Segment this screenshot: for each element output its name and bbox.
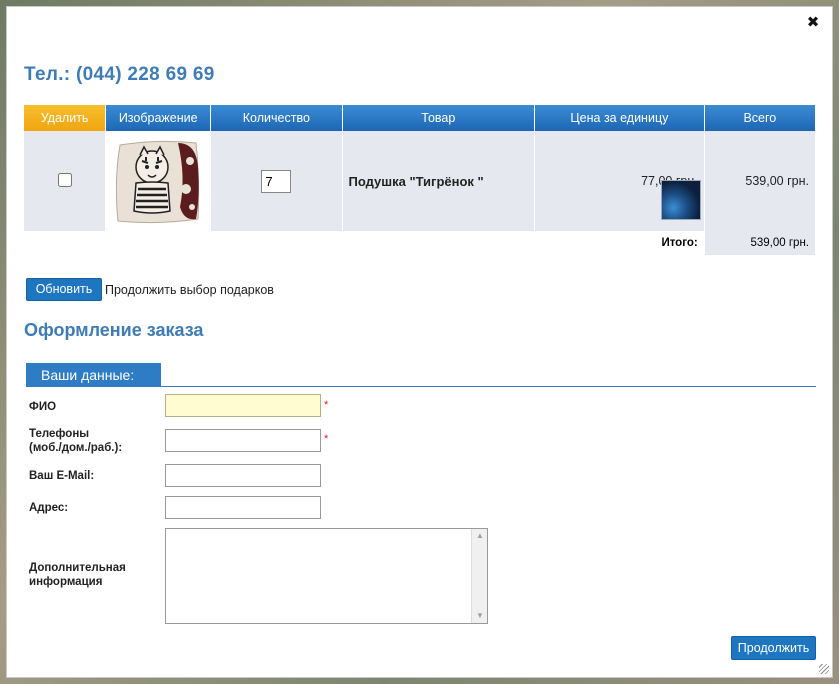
row-total: 539,00 грн.: [704, 131, 817, 231]
extra-info-label: Дополнительная информация: [29, 561, 126, 589]
address-input[interactable]: [165, 496, 321, 519]
extra-info-textarea[interactable]: [165, 528, 488, 624]
quantity-input[interactable]: [261, 169, 292, 193]
phones-input[interactable]: [165, 429, 321, 452]
address-label: Адрес:: [29, 502, 69, 514]
resize-grip-icon[interactable]: [819, 664, 829, 674]
scroll-up-icon[interactable]: ▲: [472, 529, 488, 543]
unit-price-cell: 77,00 грн.: [534, 131, 705, 231]
email-input[interactable]: [165, 464, 321, 487]
section-tab: Ваши данные:: [26, 363, 161, 387]
continue-shopping-link[interactable]: Продолжить выбор подарков: [105, 283, 274, 297]
delete-cell: [24, 131, 107, 231]
extra-label-line2: информация: [29, 576, 103, 588]
cart-modal: ✖ Тел.: (044) 228 69 69 Удалить Изображе…: [6, 6, 833, 678]
required-mark: *: [324, 433, 329, 445]
textarea-scrollbar[interactable]: ▲ ▼: [471, 529, 487, 623]
cart-table: Удалить Изображение Количество Товар Цен…: [24, 105, 817, 255]
section-divider: [26, 386, 816, 387]
submit-button[interactable]: Продолжить: [731, 636, 816, 660]
cart-header-row: Удалить Изображение Количество Товар Цен…: [24, 105, 817, 131]
col-unit-price: Цена за единицу: [534, 105, 705, 131]
delete-checkbox[interactable]: [57, 172, 72, 187]
planet-thumbnail-icon: [660, 180, 701, 220]
col-image: Изображение: [105, 105, 212, 131]
order-title: Оформление заказа: [24, 320, 204, 340]
name-label: ФИО: [29, 401, 57, 413]
col-product: Товар: [342, 105, 536, 131]
update-button[interactable]: Обновить: [26, 278, 102, 301]
email-label: Ваш E-Mail:: [29, 470, 95, 482]
tiger-pillow-image[interactable]: [112, 137, 204, 225]
required-mark: *: [324, 399, 329, 411]
col-quantity: Количество: [210, 105, 343, 131]
extra-label-line1: Дополнительная: [29, 562, 126, 574]
phone-title: Тел.: (044) 228 69 69: [24, 64, 215, 85]
sum-label: Итого:: [24, 231, 705, 255]
scroll-down-icon[interactable]: ▼: [472, 609, 488, 623]
sum-value: 539,00 грн.: [704, 231, 817, 255]
phones-label-line1: Телефоны: [29, 428, 90, 440]
image-cell: [105, 131, 212, 231]
name-input[interactable]: [165, 394, 321, 417]
phones-label-line2: (моб./дом./раб.):: [29, 442, 123, 454]
table-row: Подушка "Тигрёнок " 77,00 грн. 539,00 гр…: [24, 131, 817, 231]
close-icon[interactable]: ✖: [806, 15, 820, 30]
sum-row: Итого: 539,00 грн.: [24, 231, 817, 255]
quantity-cell: [210, 131, 343, 231]
product-name: Подушка "Тигрёнок ": [342, 131, 536, 231]
col-total: Всего: [704, 105, 817, 131]
col-delete: Удалить: [24, 105, 107, 131]
phones-label: Телефоны (моб./дом./раб.):: [29, 427, 122, 455]
